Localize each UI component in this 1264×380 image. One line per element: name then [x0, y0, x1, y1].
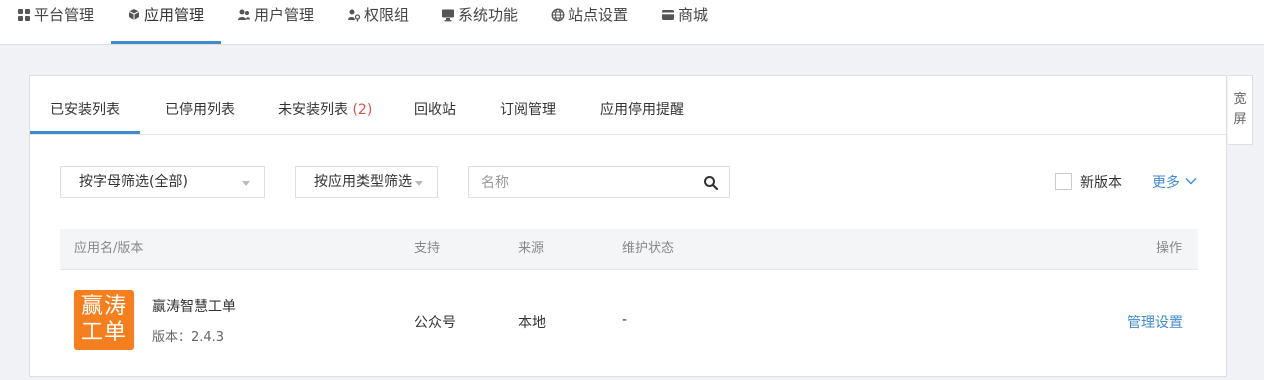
monitor-icon [442, 9, 454, 22]
nav-platform-management[interactable]: 平台管理 [17, 0, 94, 44]
app-version: 版本：2.4.3 [152, 330, 225, 345]
tab-bar: 已安装列表 已停用列表 未安装列表 (2) 回收站 订阅管理 应用停用提醒 [30, 76, 1226, 135]
nav-user-management[interactable]: 用户管理 [237, 0, 314, 44]
caret-down-icon [415, 181, 423, 186]
cell-source: 本地 [518, 315, 546, 331]
more-link[interactable]: 更多 [1152, 172, 1180, 192]
cubes-icon [128, 9, 140, 20]
main-panel: 已安装列表 已停用列表 未安装列表 (2) 回收站 订阅管理 应用停用提醒 按字… [29, 75, 1227, 377]
wide-screen-label: 宽屏 [1233, 92, 1247, 127]
nav-label: 用户管理 [254, 6, 315, 24]
nav-label: 站点设置 [568, 6, 629, 24]
table-header: 应用名/版本 支持 来源 维护状态 操作 [60, 229, 1198, 269]
cell-status: - [622, 312, 628, 328]
type-filter-value: 按应用类型筛选 [314, 174, 412, 190]
nav-label: 商城 [678, 6, 709, 24]
tab-label: 应用停用提醒 [600, 102, 684, 118]
letter-filter-select[interactable]: 按字母筛选(全部) [60, 166, 265, 198]
search-box [468, 166, 730, 199]
nav-store[interactable]: 商城 [661, 0, 708, 44]
tab-label: 订阅管理 [500, 102, 556, 118]
app-name: 赢涛智慧工单 [152, 299, 236, 315]
nav-label: 应用管理 [144, 6, 205, 24]
nav-site-settings[interactable]: 站点设置 [551, 0, 628, 44]
tab-installed[interactable]: 已安装列表 [50, 76, 120, 134]
grid-icon [18, 9, 30, 21]
header-source: 来源 [518, 241, 545, 256]
app-logo: 赢涛工单 [74, 290, 134, 350]
tab-uninstalled[interactable]: 未安装列表 (2) [278, 76, 372, 134]
nav-app-management[interactable]: 应用管理 [127, 0, 204, 44]
chevron-down-icon[interactable] [1185, 176, 1197, 186]
table-row: 赢涛工单 赢涛智慧工单 版本：2.4.3 公众号 本地 - 管理设置 [60, 269, 1198, 380]
caret-down-icon [242, 181, 250, 186]
tab-label: 回收站 [414, 102, 456, 118]
manage-settings-link[interactable]: 管理设置 [1127, 312, 1183, 332]
nav-label: 权限组 [364, 6, 410, 24]
card-icon [662, 10, 674, 20]
tab-subscriptions[interactable]: 订阅管理 [500, 76, 556, 134]
type-filter-select[interactable]: 按应用类型筛选 [295, 166, 438, 198]
tab-recycle-bin[interactable]: 回收站 [414, 76, 456, 134]
users-icon [238, 9, 250, 20]
nav-active-indicator [111, 41, 221, 44]
header-action: 操作 [1156, 241, 1183, 256]
wide-screen-toggle[interactable]: 宽屏 [1228, 75, 1253, 145]
globe-icon [551, 8, 565, 22]
new-version-label: 新版本 [1080, 175, 1122, 191]
top-navigation: 平台管理 应用管理 用户管理 权限组 系统功能 站点设置 商城 [0, 0, 1264, 45]
nav-permission-group[interactable]: 权限组 [347, 0, 409, 44]
tab-disable-reminder[interactable]: 应用停用提醒 [600, 76, 684, 134]
letter-filter-value: 按字母筛选(全部) [79, 174, 188, 190]
header-support: 支持 [414, 241, 441, 256]
new-version-checkbox[interactable] [1055, 173, 1072, 190]
tab-label: 已安装列表 [50, 102, 120, 118]
app-logo-text: 赢涛工单 [80, 294, 127, 345]
header-app: 应用名/版本 [74, 241, 144, 256]
tab-label: 已停用列表 [165, 102, 235, 118]
nav-label: 系统功能 [458, 6, 519, 24]
search-icon[interactable] [703, 175, 719, 191]
tab-count-badge: (2) [352, 102, 373, 118]
tab-label: 未安装列表 [278, 102, 353, 118]
search-input[interactable] [469, 167, 703, 199]
cell-support: 公众号 [414, 315, 456, 331]
nav-label: 平台管理 [34, 6, 95, 24]
tab-active-indicator [30, 131, 140, 134]
tab-disabled[interactable]: 已停用列表 [165, 76, 235, 134]
user-key-icon [348, 9, 361, 22]
nav-system-functions[interactable]: 系统功能 [441, 0, 518, 44]
header-status: 维护状态 [622, 241, 675, 256]
